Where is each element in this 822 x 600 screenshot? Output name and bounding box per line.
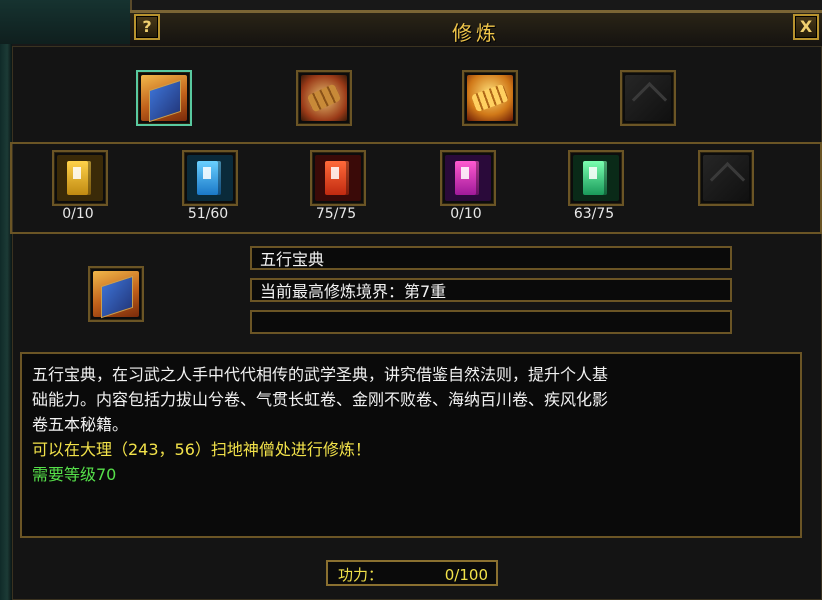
category-slot-golden-scroll[interactable] bbox=[462, 70, 518, 126]
location-text: 可以在大理（243，56）扫地神僧处进行修炼！ bbox=[32, 440, 371, 459]
item-name-field: 五行宝典 bbox=[250, 246, 732, 270]
manual-slot-5[interactable] bbox=[568, 150, 624, 206]
power-label: 功力： bbox=[338, 566, 384, 584]
red-manual-icon bbox=[315, 155, 361, 201]
power-display: 功力： 0/100 bbox=[326, 560, 498, 586]
description-line-3: 卷五本秘籍。 bbox=[32, 415, 129, 434]
cultivation-window: 修炼 ? X 0/10 51/60 75/75 0/10 63/75 五行宝典 … bbox=[0, 0, 822, 600]
manual-slot-1[interactable] bbox=[52, 150, 108, 206]
extra-field bbox=[250, 310, 732, 334]
manual-count-4: 0/10 bbox=[450, 206, 482, 222]
green-manual-icon bbox=[573, 155, 619, 201]
yellow-manual-icon bbox=[57, 155, 103, 201]
power-value: 0/100 bbox=[444, 566, 488, 584]
detail-item-slot bbox=[88, 266, 144, 322]
category-slot-bamboo-scroll[interactable] bbox=[296, 70, 352, 126]
manual-count-3: 75/75 bbox=[315, 206, 357, 222]
level-requirement-text: 需要等级70 bbox=[32, 465, 117, 484]
manual-count-1: 0/10 bbox=[62, 206, 94, 222]
blue-manual-icon bbox=[187, 155, 233, 201]
realm-field: 当前最高修炼境界：第7重 bbox=[250, 278, 732, 302]
manual-slot-4[interactable] bbox=[440, 150, 496, 206]
manual-slot-6[interactable] bbox=[698, 150, 754, 206]
wuxing-baodian-book-icon bbox=[93, 271, 139, 317]
manual-slot-2[interactable] bbox=[182, 150, 238, 206]
wuxing-baodian-book-icon bbox=[141, 75, 187, 121]
manual-count-2: 51/60 bbox=[187, 206, 229, 222]
purple-manual-icon bbox=[445, 155, 491, 201]
description-box: 五行宝典，在习武之人手中代代相传的武学圣典，讲究借鉴自然法则，提升个人基 础能力… bbox=[20, 352, 802, 538]
description-line-1: 五行宝典，在习武之人手中代代相传的武学圣典，讲究借鉴自然法则，提升个人基 bbox=[32, 365, 609, 384]
category-slot-wuxing-baodian[interactable] bbox=[136, 70, 192, 126]
close-button[interactable]: X bbox=[793, 14, 819, 40]
description-line-2: 础能力。内容包括力拔山兮卷、气贯长虹卷、金刚不败卷、海纳百川卷、疾风化影 bbox=[32, 390, 609, 409]
empty-slot-icon bbox=[625, 75, 671, 121]
empty-slot-icon bbox=[703, 155, 749, 201]
manual-count-5: 63/75 bbox=[573, 206, 615, 222]
title-bar: 修炼 bbox=[130, 10, 822, 49]
left-border-decoration bbox=[0, 0, 12, 600]
golden-scroll-bundle-icon bbox=[467, 75, 513, 121]
category-slot-empty[interactable] bbox=[620, 70, 676, 126]
help-button[interactable]: ? bbox=[134, 14, 160, 40]
bamboo-scroll-bundle-icon bbox=[301, 75, 347, 121]
corner-decoration bbox=[0, 0, 132, 44]
window-title: 修炼 bbox=[452, 21, 500, 45]
manual-slot-3[interactable] bbox=[310, 150, 366, 206]
